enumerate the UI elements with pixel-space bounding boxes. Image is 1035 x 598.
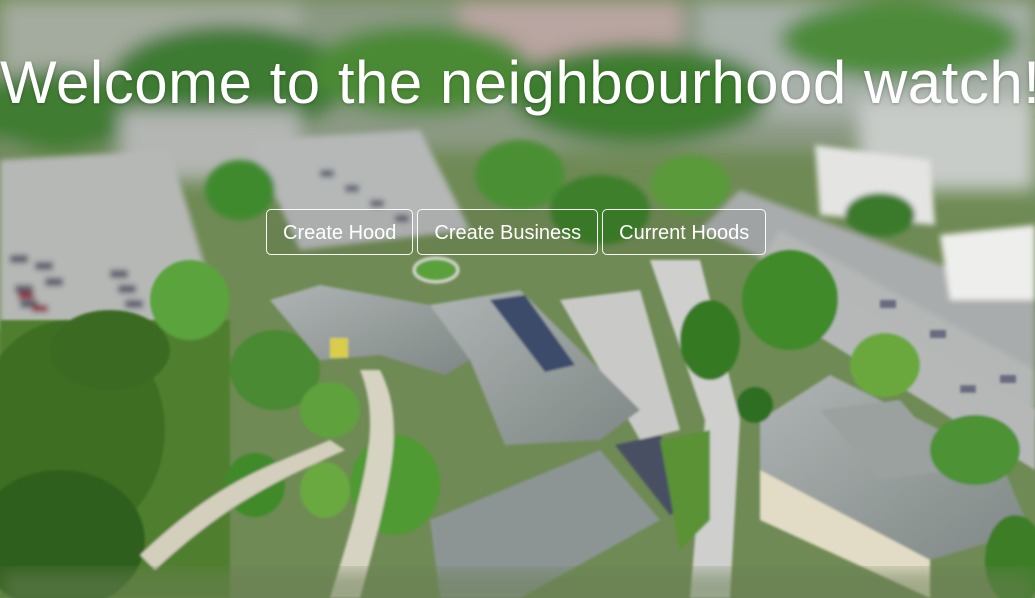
page-title: Welcome to the neighbourhood watch! — [0, 49, 1035, 116]
hero-section: Welcome to the neighbourhood watch! Crea… — [0, 0, 1035, 598]
create-hood-button[interactable]: Create Hood — [266, 209, 414, 255]
create-business-button[interactable]: Create Business — [417, 209, 599, 255]
main-nav: Create Hood Create Business Current Hood… — [266, 209, 767, 255]
current-hoods-button[interactable]: Current Hoods — [602, 209, 767, 255]
